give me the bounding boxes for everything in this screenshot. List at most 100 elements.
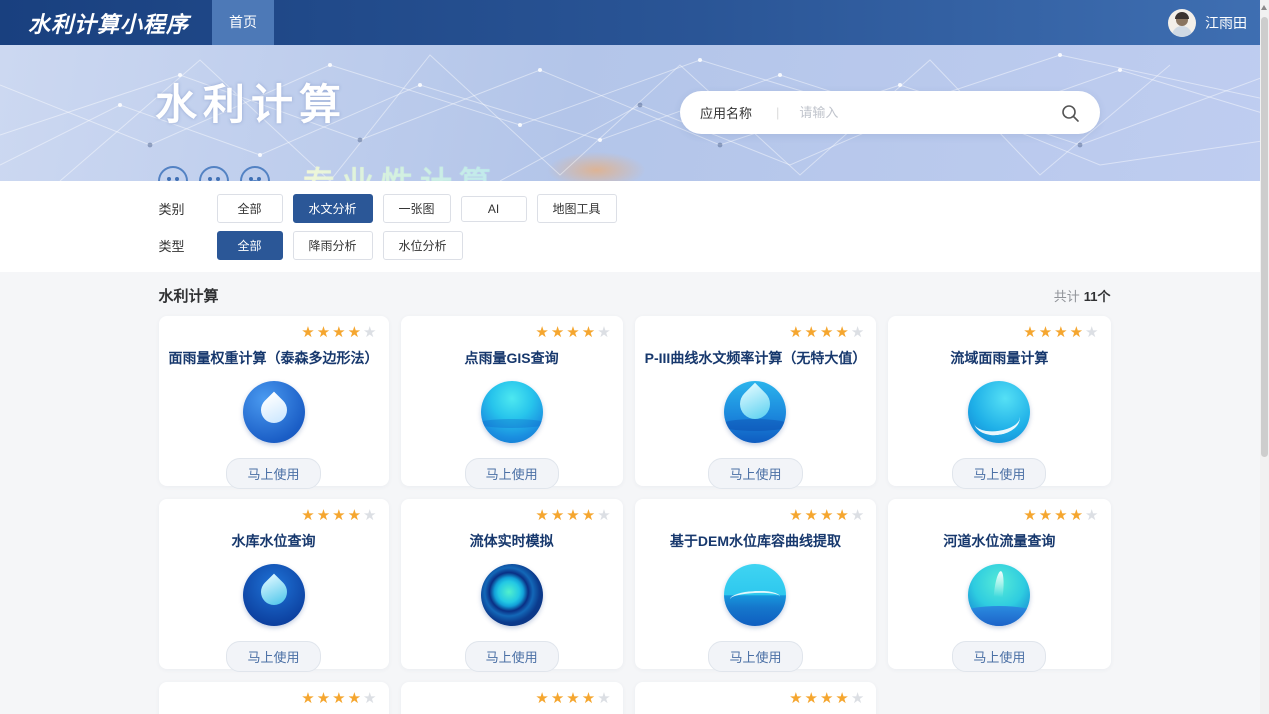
star-filled-icon: ★	[348, 690, 363, 707]
use-now-button[interactable]: 马上使用	[226, 458, 320, 489]
star-filled-icon: ★	[551, 507, 566, 524]
star-filled-icon: ★	[317, 507, 332, 524]
smiley-icon	[199, 166, 229, 181]
star-filled-icon: ★	[582, 324, 597, 341]
star-empty-icon: ★	[363, 507, 378, 524]
filter-option[interactable]: 水文分析	[293, 194, 373, 223]
star-filled-icon: ★	[1023, 507, 1038, 524]
star-filled-icon: ★	[332, 324, 347, 341]
search-input[interactable]	[799, 105, 1060, 120]
star-empty-icon: ★	[851, 324, 866, 341]
filter-option[interactable]: 地图工具	[537, 194, 617, 223]
app-card-title: 河道水位流量查询	[898, 531, 1100, 551]
star-filled-icon: ★	[789, 690, 804, 707]
star-filled-icon: ★	[551, 690, 566, 707]
area-rain-drop-icon	[243, 381, 305, 443]
star-rating: ★★★★★	[169, 691, 379, 707]
filter-label: 类别	[159, 199, 217, 218]
star-empty-icon: ★	[1085, 507, 1100, 524]
app-card[interactable]: ★★★★★ 多雨量站点空间插值 马上使用	[159, 682, 389, 714]
star-filled-icon: ★	[1039, 324, 1054, 341]
section-header: 水利计算 共计11个	[159, 285, 1111, 306]
filter-option[interactable]: AI	[461, 196, 527, 222]
filter-option[interactable]: 一张图	[383, 194, 451, 223]
basin-sphere-icon	[968, 381, 1030, 443]
filter-option[interactable]: 全部	[217, 231, 283, 260]
app-card[interactable]: ★★★★★ 水库水位查询 马上使用	[159, 499, 389, 669]
app-card-title: 点雨量GIS查询	[411, 348, 613, 368]
star-rating: ★★★★★	[645, 325, 867, 341]
star-rating: ★★★★★	[411, 508, 613, 524]
hero-title: 水利计算	[155, 71, 347, 132]
hero-subtitle: 专业性计算	[303, 158, 498, 181]
star-filled-icon: ★	[805, 324, 820, 341]
star-filled-icon: ★	[835, 507, 850, 524]
star-filled-icon: ★	[582, 507, 597, 524]
app-card[interactable]: ★★★★★ 天文潮调和分析 马上使用	[401, 682, 623, 714]
use-now-button[interactable]: 马上使用	[465, 458, 559, 489]
star-empty-icon: ★	[1085, 324, 1100, 341]
smiley-icon	[240, 166, 270, 181]
star-filled-icon: ★	[1070, 324, 1085, 341]
filter-row-0: 类别全部水文分析一张图 AI 地图工具	[159, 194, 1111, 223]
star-rating: ★★★★★	[411, 325, 613, 341]
star-filled-icon: ★	[301, 690, 316, 707]
star-filled-icon: ★	[317, 690, 332, 707]
user-avatar	[1168, 9, 1196, 37]
use-now-button[interactable]: 马上使用	[708, 641, 802, 672]
scrollbar-thumb[interactable]	[1261, 17, 1268, 457]
use-now-button[interactable]: 马上使用	[465, 641, 559, 672]
star-filled-icon: ★	[348, 324, 363, 341]
app-card[interactable]: ★★★★★ 河道水位流量查询 马上使用	[888, 499, 1110, 669]
use-now-button[interactable]: 马上使用	[952, 641, 1046, 672]
star-rating: ★★★★★	[645, 691, 867, 707]
app-logo[interactable]: 水利计算小程序	[28, 7, 189, 39]
scroll-up-arrow-icon[interactable]	[1261, 5, 1267, 10]
user-menu[interactable]: 江雨田	[1168, 9, 1247, 37]
use-now-button[interactable]: 马上使用	[952, 458, 1046, 489]
app-card[interactable]: ★★★★★ P-III曲线水文频率计算（无特大值） 马上使用	[635, 316, 877, 486]
app-card-title: 流域面雨量计算	[898, 348, 1100, 368]
star-filled-icon: ★	[1070, 507, 1085, 524]
app-card[interactable]: ★★★★★ 智能识别 马上使用	[635, 682, 877, 714]
app-card[interactable]: ★★★★★ 点雨量GIS查询 马上使用	[401, 316, 623, 486]
star-filled-icon: ★	[535, 690, 550, 707]
app-search-bar: 应用名称 |	[680, 91, 1100, 134]
star-filled-icon: ★	[332, 690, 347, 707]
star-rating: ★★★★★	[169, 508, 379, 524]
nav-tab-home[interactable]: 首页	[212, 0, 274, 45]
river-splash-icon	[968, 564, 1030, 626]
star-filled-icon: ★	[1054, 507, 1069, 524]
filter-label: 类型	[159, 236, 217, 255]
search-icon[interactable]	[1060, 103, 1080, 123]
star-rating: ★★★★★	[411, 691, 613, 707]
app-card[interactable]: ★★★★★ 流域面雨量计算 马上使用	[888, 316, 1110, 486]
filter-option[interactable]: 降雨分析	[293, 231, 373, 260]
filter-option[interactable]: 全部	[217, 194, 283, 223]
star-filled-icon: ★	[820, 690, 835, 707]
app-card-title: 基于DEM水位库容曲线提取	[645, 531, 867, 551]
username: 江雨田	[1205, 13, 1247, 33]
star-filled-icon: ★	[805, 690, 820, 707]
app-card-title: P-III曲线水文频率计算（无特大值）	[645, 348, 867, 368]
hero-banner: 水利计算 专业性计算 应用名称 |	[0, 45, 1269, 181]
drop-sea-icon	[724, 381, 786, 443]
section-title: 水利计算	[159, 285, 219, 306]
filter-panel: 类别全部水文分析一张图 AI 地图工具类型全部降雨分析水位分析	[0, 181, 1269, 272]
app-card[interactable]: ★★★★★ 流体实时模拟 马上使用	[401, 499, 623, 669]
app-card[interactable]: ★★★★★ 面雨量权重计算（泰森多边形法） 马上使用	[159, 316, 389, 486]
fluid-lens-icon	[481, 564, 543, 626]
star-filled-icon: ★	[317, 324, 332, 341]
use-now-button[interactable]: 马上使用	[226, 641, 320, 672]
star-filled-icon: ★	[1054, 324, 1069, 341]
search-separator: |	[776, 105, 779, 120]
filter-option[interactable]: 水位分析	[383, 231, 463, 260]
use-now-button[interactable]: 马上使用	[708, 458, 802, 489]
app-card[interactable]: ★★★★★ 基于DEM水位库容曲线提取 马上使用	[635, 499, 877, 669]
smiley-icon	[158, 166, 188, 181]
star-empty-icon: ★	[363, 690, 378, 707]
star-filled-icon: ★	[820, 324, 835, 341]
filter-row-1: 类型全部降雨分析水位分析	[159, 231, 1111, 260]
star-empty-icon: ★	[851, 690, 866, 707]
vertical-scrollbar[interactable]	[1260, 0, 1269, 714]
